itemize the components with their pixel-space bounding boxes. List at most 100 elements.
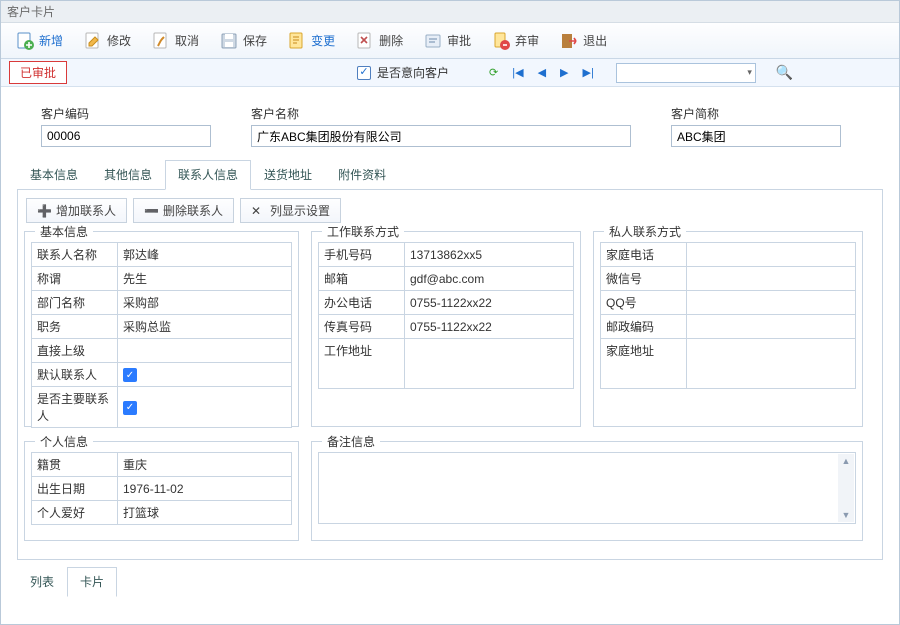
edit-label: 修改 xyxy=(107,32,131,49)
customer-short-label: 客户简称 xyxy=(671,105,841,122)
discard-button[interactable]: 弃审 xyxy=(483,27,547,55)
work-val-2[interactable]: 0755-1122xx22 xyxy=(405,291,574,315)
customer-code-input[interactable] xyxy=(41,125,211,147)
discard-icon xyxy=(491,31,511,51)
private-key-2: QQ号 xyxy=(601,291,687,315)
approve-icon xyxy=(423,31,443,51)
group-basic-info: 基本信息 联系人名称郭达峰称谓先生部门名称采购部职务采购总监直接上级默认联系人✓… xyxy=(24,231,299,427)
main-tab-2[interactable]: 联系人信息 xyxy=(165,160,251,190)
add-contact-button[interactable]: ➕增加联系人 xyxy=(26,198,127,223)
new-button[interactable]: 新增 xyxy=(7,27,71,55)
group-work-contact: 工作联系方式 手机号码13713862xx5邮箱gdf@abc.com办公电话0… xyxy=(311,231,581,427)
basic-check-6[interactable]: ✓ xyxy=(123,401,137,415)
delete-contact-button[interactable]: ➖ 删除联系人 xyxy=(133,198,234,223)
personal-val-2[interactable]: 打篮球 xyxy=(118,501,292,525)
delete-label: 删除 xyxy=(379,32,403,49)
basic-check-5[interactable]: ✓ xyxy=(123,368,137,382)
personal-val-0[interactable]: 重庆 xyxy=(118,453,292,477)
personal-key-2: 个人爱好 xyxy=(32,501,118,525)
sub-toolbar: 已审批 是否意向客户 ⟳ |◀ ◀ ▶ ▶| ▾ 🔍 xyxy=(1,59,899,87)
contact-panel: ➕增加联系人 ➖删除联系人 ✕列显示设置 基本信息 联系人名称郭达峰称谓先生部门… xyxy=(17,190,883,560)
column-settings-button[interactable]: ✕ 列显示设置 xyxy=(240,198,341,223)
basic-key-6: 是否主要联系人 xyxy=(32,387,118,428)
cancel-button[interactable]: 取消 xyxy=(143,27,207,55)
refresh-icon[interactable]: ⟳ xyxy=(489,66,498,79)
group-private-title: 私人联系方式 xyxy=(604,223,686,240)
private-val-3[interactable] xyxy=(687,315,856,339)
chevron-down-icon: ▾ xyxy=(747,67,752,78)
basic-val-3[interactable]: 采购总监 xyxy=(118,315,292,339)
main-tab-3[interactable]: 送货地址 xyxy=(251,160,325,190)
bottom-tab-0[interactable]: 列表 xyxy=(17,567,67,597)
work-key-2: 办公电话 xyxy=(319,291,405,315)
search-icon[interactable]: 🔍 xyxy=(776,64,793,81)
delete-button[interactable]: 删除 xyxy=(347,27,411,55)
private-key-0: 家庭电话 xyxy=(601,243,687,267)
work-key-3: 传真号码 xyxy=(319,315,405,339)
next-record-icon[interactable]: ▶ xyxy=(560,66,568,79)
group-work-title: 工作联系方式 xyxy=(322,223,404,240)
bottom-tabs: 列表卡片 xyxy=(17,566,883,596)
basic-val-6[interactable]: ✓ xyxy=(118,387,292,428)
search-input[interactable]: ▾ xyxy=(616,63,756,83)
personal-val-1[interactable]: 1976-11-02 xyxy=(118,477,292,501)
customer-name-input[interactable] xyxy=(251,125,631,147)
record-navigator: ⟳ |◀ ◀ ▶ ▶| xyxy=(489,66,594,79)
save-button[interactable]: 保存 xyxy=(211,27,275,55)
memo-textarea[interactable]: ▲▼ xyxy=(318,452,856,524)
last-record-icon[interactable]: ▶| xyxy=(583,66,594,79)
work-key-0: 手机号码 xyxy=(319,243,405,267)
bottom-tab-1[interactable]: 卡片 xyxy=(67,567,117,597)
main-tab-4[interactable]: 附件资料 xyxy=(325,160,399,190)
intent-customer-label: 是否意向客户 xyxy=(377,64,449,81)
approve-button[interactable]: 审批 xyxy=(415,27,479,55)
first-record-icon[interactable]: |◀ xyxy=(512,66,523,79)
private-val-4[interactable] xyxy=(687,339,856,389)
work-key-1: 邮箱 xyxy=(319,267,405,291)
group-personal-info: 个人信息 籍贯重庆出生日期1976-11-02个人爱好打篮球 xyxy=(24,441,299,541)
basic-val-4[interactable] xyxy=(118,339,292,363)
edit-icon xyxy=(83,31,103,51)
approve-label: 审批 xyxy=(447,32,471,49)
exit-button[interactable]: 退出 xyxy=(551,27,615,55)
contact-toolbar: ➕增加联系人 ➖ 删除联系人 ✕ 列显示设置 xyxy=(24,196,876,231)
scroll-up-icon[interactable]: ▲ xyxy=(842,456,851,466)
private-val-0[interactable] xyxy=(687,243,856,267)
personal-key-0: 籍贯 xyxy=(32,453,118,477)
change-icon xyxy=(287,31,307,51)
delete-contact-label: 删除联系人 xyxy=(163,202,223,219)
column-settings-label: 列显示设置 xyxy=(270,202,330,219)
main-tab-0[interactable]: 基本信息 xyxy=(17,160,91,190)
add-contact-icon: ➕ xyxy=(37,204,51,218)
basic-key-2: 部门名称 xyxy=(32,291,118,315)
prev-record-icon[interactable]: ◀ xyxy=(538,66,546,79)
save-icon xyxy=(219,31,239,51)
basic-val-2[interactable]: 采购部 xyxy=(118,291,292,315)
change-button[interactable]: 变更 xyxy=(279,27,343,55)
basic-key-4: 直接上级 xyxy=(32,339,118,363)
group-personal-title: 个人信息 xyxy=(35,433,93,450)
work-val-1[interactable]: gdf@abc.com xyxy=(405,267,574,291)
private-val-1[interactable] xyxy=(687,267,856,291)
work-val-3[interactable]: 0755-1122xx22 xyxy=(405,315,574,339)
basic-val-1[interactable]: 先生 xyxy=(118,267,292,291)
customer-short-input[interactable] xyxy=(671,125,841,147)
personal-key-1: 出生日期 xyxy=(32,477,118,501)
work-val-0[interactable]: 13713862xx5 xyxy=(405,243,574,267)
basic-key-5: 默认联系人 xyxy=(32,363,118,387)
intent-customer-checkbox[interactable] xyxy=(357,66,371,80)
basic-key-1: 称谓 xyxy=(32,267,118,291)
main-tab-1[interactable]: 其他信息 xyxy=(91,160,165,190)
edit-button[interactable]: 修改 xyxy=(75,27,139,55)
basic-key-0: 联系人名称 xyxy=(32,243,118,267)
work-val-4[interactable] xyxy=(405,339,574,389)
new-label: 新增 xyxy=(39,32,63,49)
group-private-contact: 私人联系方式 家庭电话微信号QQ号邮政编码家庭地址 xyxy=(593,231,863,427)
basic-val-5[interactable]: ✓ xyxy=(118,363,292,387)
private-val-2[interactable] xyxy=(687,291,856,315)
scroll-down-icon[interactable]: ▼ xyxy=(842,510,851,520)
basic-val-0[interactable]: 郭达峰 xyxy=(118,243,292,267)
scrollbar[interactable]: ▲▼ xyxy=(838,454,854,522)
delete-contact-icon: ➖ xyxy=(144,204,158,218)
settings-icon: ✕ xyxy=(251,204,265,218)
